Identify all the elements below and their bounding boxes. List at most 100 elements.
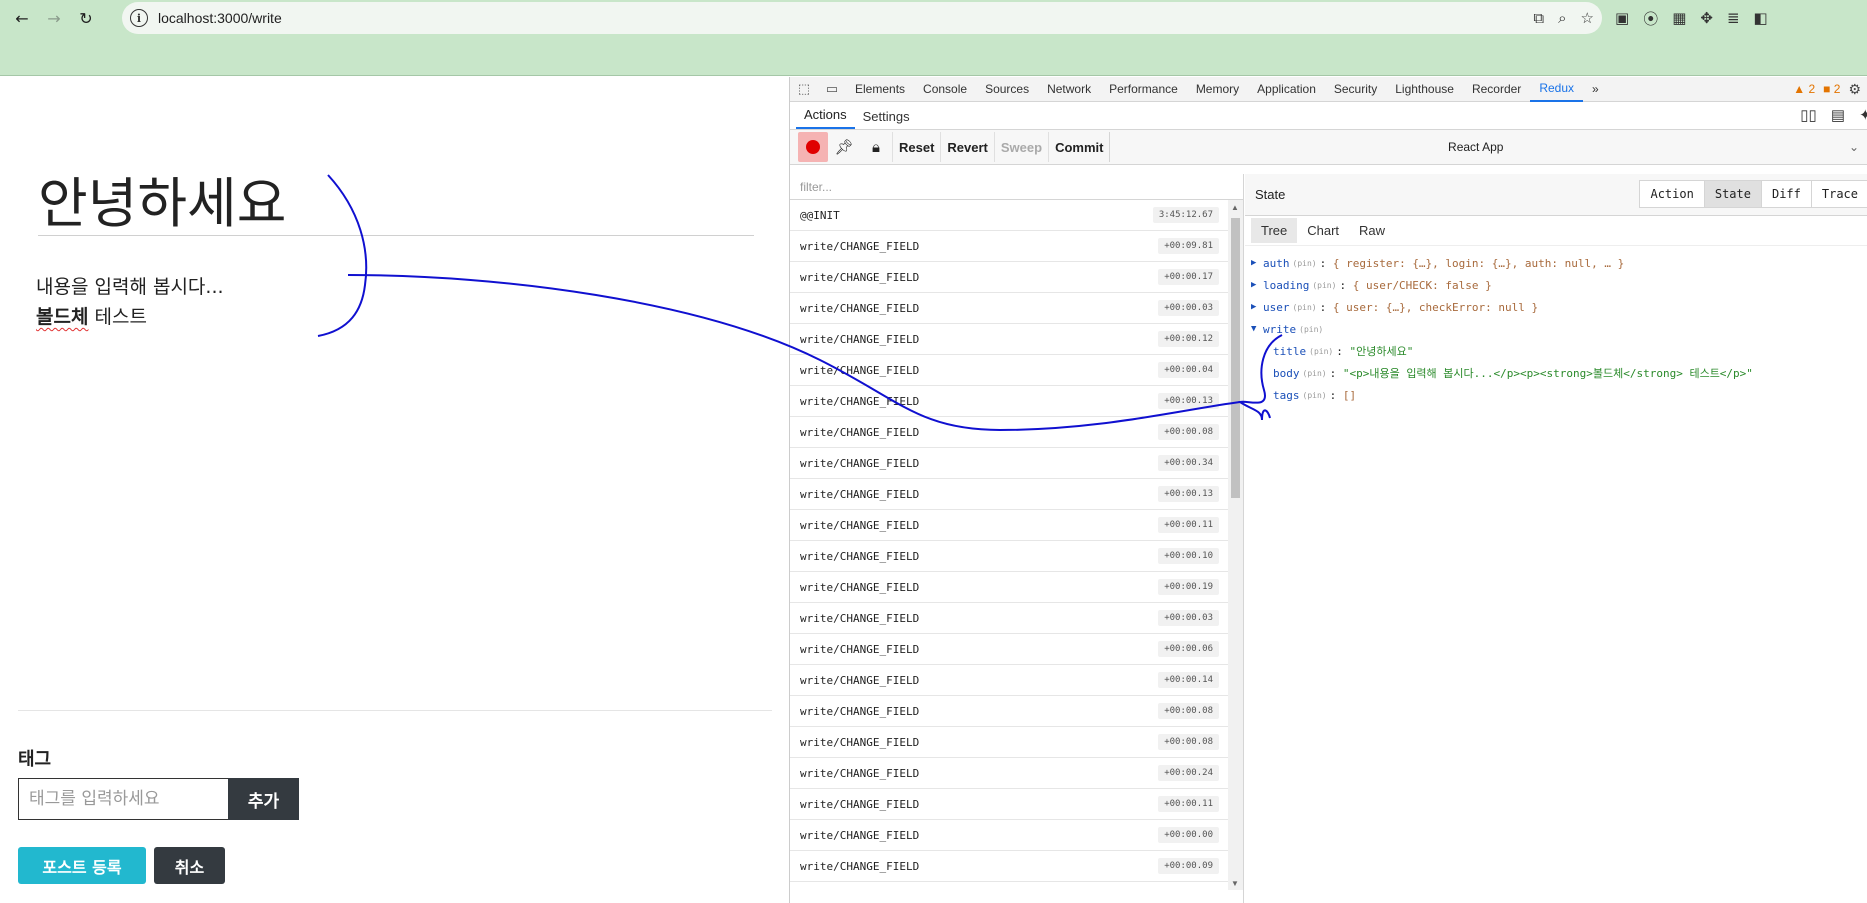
post-body-editor[interactable]: 내용을 입력해 봅시다... 볼드체 테스트: [36, 272, 224, 332]
open-in-window-icon[interactable]: ⧉: [1533, 9, 1544, 27]
action-row[interactable]: write/CHANGE_FIELD +00:09.81: [790, 231, 1229, 262]
site-info-icon[interactable]: i: [130, 9, 148, 27]
action-row[interactable]: write/CHANGE_FIELD +00:00.06: [790, 634, 1229, 665]
extension-icon[interactable]: ▦: [1672, 9, 1686, 27]
view-tab-raw[interactable]: Raw: [1349, 218, 1395, 243]
collapse-arrow-icon[interactable]: ▼: [1251, 324, 1263, 334]
tab-performance[interactable]: Performance: [1100, 77, 1187, 102]
view-tab-tree[interactable]: Tree: [1251, 218, 1298, 243]
post-submit-button[interactable]: 포스트 등록: [18, 847, 146, 884]
view-tab-chart[interactable]: Chart: [1297, 218, 1349, 243]
more-tabs-icon[interactable]: »: [1583, 77, 1608, 102]
tree-node-loading[interactable]: ▶ loading (pin) : { user/CHECK: false }: [1251, 274, 1867, 296]
action-row[interactable]: write/CHANGE_FIELD +00:00.10: [790, 541, 1229, 572]
tab-settings[interactable]: Settings: [855, 109, 918, 129]
twitter-icon[interactable]: ✦: [1859, 106, 1867, 124]
tree-node-write[interactable]: ▼ write (pin): [1251, 318, 1867, 340]
reset-button[interactable]: Reset: [892, 132, 940, 162]
address-bar[interactable]: i localhost:3000/write ⧉ ⌕ ☆: [122, 2, 1602, 34]
action-list-scrollbar[interactable]: ▲ ▼: [1228, 200, 1243, 890]
side-panel-icon[interactable]: ◧: [1754, 9, 1768, 27]
media-control-icon[interactable]: ≣: [1727, 9, 1740, 27]
settings-gear-icon[interactable]: ⚙: [1848, 81, 1861, 98]
tab-recorder[interactable]: Recorder: [1463, 77, 1530, 102]
action-row[interactable]: write/CHANGE_FIELD +00:00.04: [790, 355, 1229, 386]
warning-badge[interactable]: ▲ 2: [1793, 82, 1815, 96]
tree-node-title[interactable]: title (pin) : "안녕하세요": [1251, 340, 1867, 362]
extension-icon[interactable]: ▣: [1615, 9, 1629, 27]
pin-link[interactable]: (pin): [1299, 325, 1323, 334]
action-row[interactable]: write/CHANGE_FIELD +00:00.12: [790, 324, 1229, 355]
tree-node-body[interactable]: body (pin) : "<p>내용을 입력해 봅시다...</p><p><s…: [1251, 362, 1867, 384]
inspect-element-icon[interactable]: ⬚: [790, 77, 818, 102]
reload-icon[interactable]: ↻: [70, 2, 102, 34]
post-title[interactable]: 안녕하세요: [38, 159, 286, 238]
tag-add-button[interactable]: 추가: [228, 778, 299, 820]
docs-book-icon[interactable]: ▯▯: [1800, 106, 1817, 124]
mode-tab-diff[interactable]: Diff: [1760, 180, 1811, 208]
mode-tab-state[interactable]: State: [1703, 180, 1761, 208]
device-toolbar-icon[interactable]: ▭: [818, 77, 846, 102]
instance-selector[interactable]: React App: [1109, 132, 1841, 162]
bookmark-star-icon[interactable]: ☆: [1581, 9, 1594, 27]
pin-link[interactable]: (pin): [1293, 303, 1317, 312]
expand-arrow-icon[interactable]: ▶: [1251, 280, 1263, 290]
tab-network[interactable]: Network: [1038, 77, 1100, 102]
pin-link[interactable]: (pin): [1312, 281, 1336, 290]
mode-tab-trace[interactable]: Trace: [1810, 180, 1867, 208]
tab-redux[interactable]: Redux: [1530, 77, 1583, 102]
forward-icon[interactable]: →: [38, 2, 70, 34]
cancel-button[interactable]: 취소: [154, 847, 225, 884]
issues-badge[interactable]: ■ 2: [1823, 82, 1840, 96]
lock-icon[interactable]: 🔒︎: [860, 132, 892, 162]
filter-input[interactable]: filter...: [790, 174, 1243, 200]
tab-actions[interactable]: Actions: [796, 107, 855, 129]
tab-application[interactable]: Application: [1248, 77, 1325, 102]
action-row[interactable]: write/CHANGE_FIELD +00:00.08: [790, 696, 1229, 727]
extensions-puzzle-icon[interactable]: ✥: [1700, 9, 1713, 27]
action-row[interactable]: write/CHANGE_FIELD +00:00.13: [790, 479, 1229, 510]
pin-link[interactable]: (pin): [1303, 369, 1327, 378]
action-row[interactable]: write/CHANGE_FIELD +00:00.11: [790, 789, 1229, 820]
tab-security[interactable]: Security: [1325, 77, 1386, 102]
action-row[interactable]: write/CHANGE_FIELD +00:00.11: [790, 510, 1229, 541]
extension-icon[interactable]: ⦿: [1643, 8, 1658, 29]
expand-arrow-icon[interactable]: ▶: [1251, 302, 1263, 312]
action-row[interactable]: write/CHANGE_FIELD +00:00.19: [790, 572, 1229, 603]
action-row[interactable]: write/CHANGE_FIELD +00:00.24: [790, 758, 1229, 789]
revert-button[interactable]: Revert: [940, 132, 993, 162]
expand-arrow-icon[interactable]: ▶: [1251, 258, 1263, 268]
action-row[interactable]: write/CHANGE_FIELD +00:00.13: [790, 386, 1229, 417]
mode-tab-action[interactable]: Action: [1639, 180, 1704, 208]
chevron-down-icon[interactable]: ⌄: [1841, 140, 1867, 154]
pin-link[interactable]: (pin): [1293, 259, 1317, 268]
tab-sources[interactable]: Sources: [976, 77, 1038, 102]
back-icon[interactable]: ←: [6, 2, 38, 34]
tab-memory[interactable]: Memory: [1187, 77, 1248, 102]
pin-icon[interactable]: 📌︎: [828, 132, 860, 162]
action-row[interactable]: write/CHANGE_FIELD +00:00.08: [790, 417, 1229, 448]
tab-elements[interactable]: Elements: [846, 77, 914, 102]
tab-lighthouse[interactable]: Lighthouse: [1386, 77, 1463, 102]
action-row[interactable]: write/CHANGE_FIELD +00:00.14: [790, 665, 1229, 696]
action-row[interactable]: write/CHANGE_FIELD +00:00.03: [790, 293, 1229, 324]
tag-input[interactable]: [18, 778, 228, 820]
scroll-up-icon[interactable]: ▲: [1231, 203, 1239, 212]
pin-link[interactable]: (pin): [1309, 347, 1333, 356]
commit-button[interactable]: Commit: [1048, 132, 1109, 162]
scroll-down-icon[interactable]: ▼: [1231, 879, 1239, 888]
pin-link[interactable]: (pin): [1303, 391, 1327, 400]
feedback-chat-icon[interactable]: ▤: [1831, 106, 1845, 124]
tree-node-tags[interactable]: tags (pin) : []: [1251, 384, 1867, 406]
sweep-button[interactable]: Sweep: [993, 132, 1048, 162]
record-button[interactable]: [798, 132, 828, 162]
scrollbar-thumb[interactable]: [1231, 218, 1240, 498]
action-row[interactable]: write/CHANGE_FIELD +00:00.08: [790, 727, 1229, 758]
tree-node-user[interactable]: ▶ user (pin) : { user: {…}, checkError: …: [1251, 296, 1867, 318]
tab-console[interactable]: Console: [914, 77, 976, 102]
action-row[interactable]: write/CHANGE_FIELD +00:00.17: [790, 262, 1229, 293]
action-row[interactable]: write/CHANGE_FIELD +00:00.03: [790, 603, 1229, 634]
action-row[interactable]: write/CHANGE_FIELD +00:00.00: [790, 820, 1229, 851]
action-row[interactable]: write/CHANGE_FIELD +00:00.09: [790, 851, 1229, 882]
action-row[interactable]: write/CHANGE_FIELD +00:00.34: [790, 448, 1229, 479]
